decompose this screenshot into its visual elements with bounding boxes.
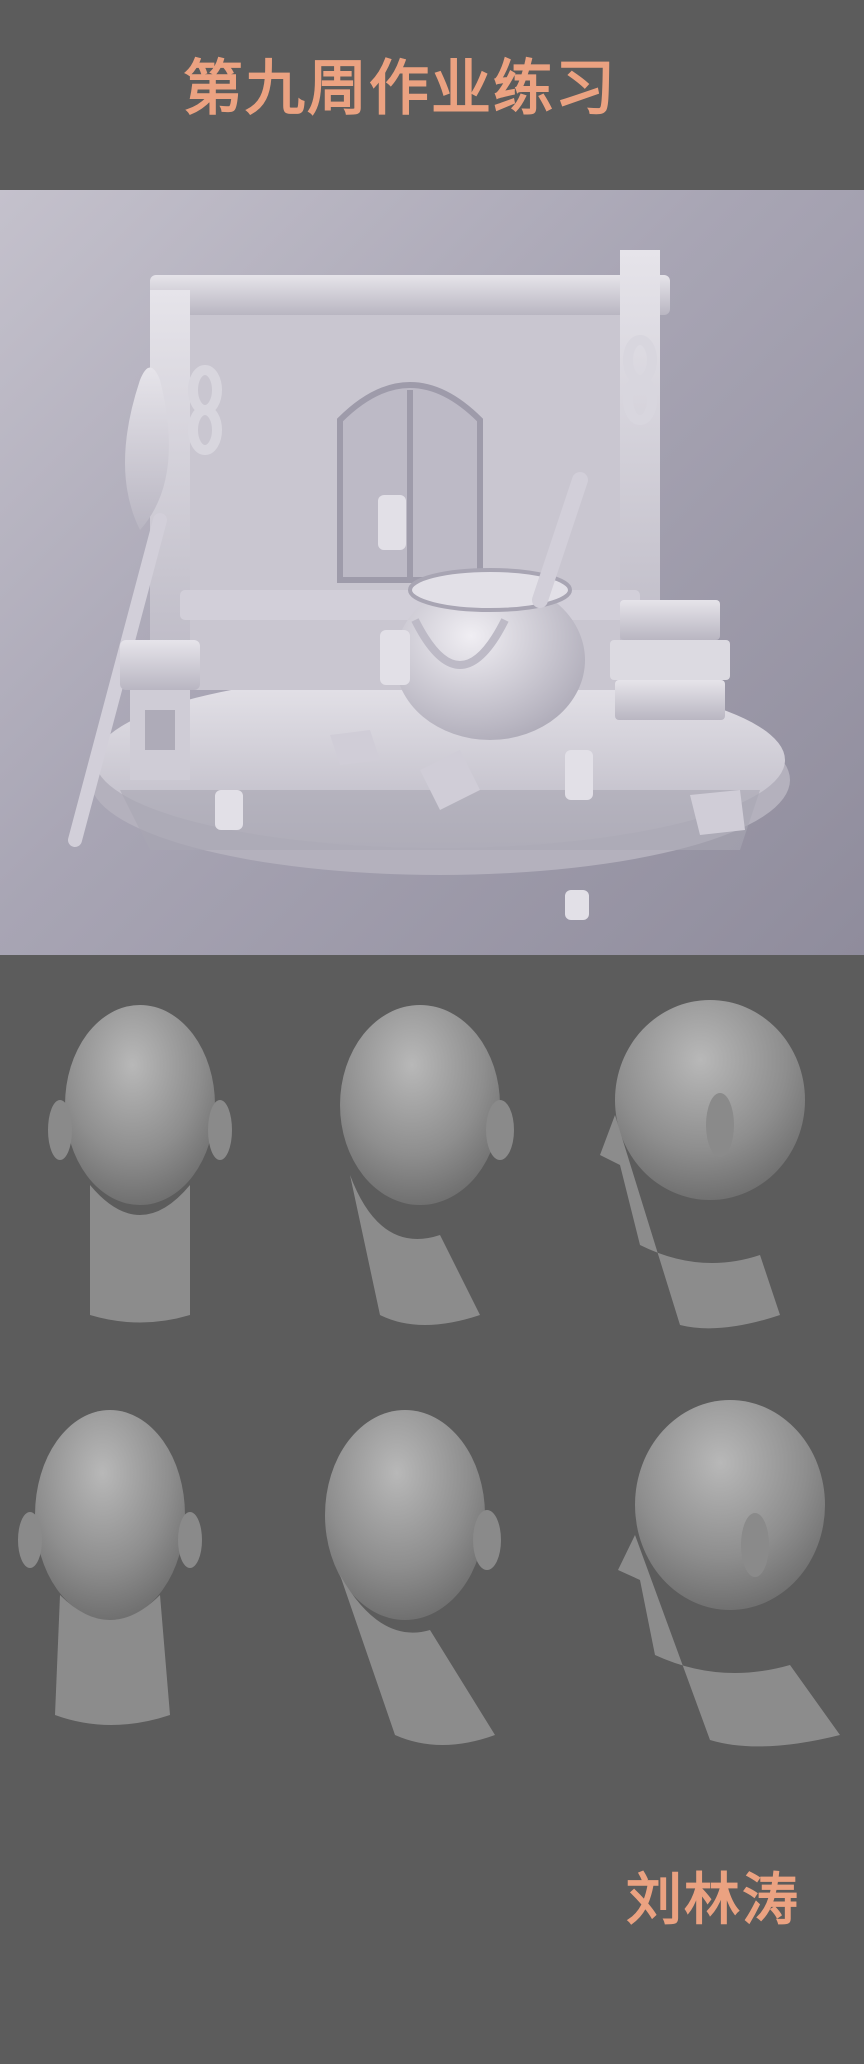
head-sculpt-studies: [0, 955, 864, 1805]
head-three-quarter-view-1: [340, 1005, 514, 1325]
book-stack: [610, 600, 730, 720]
head-front-view-2: [18, 1410, 202, 1725]
author-signature: 刘林涛: [626, 1868, 800, 1933]
arched-window: [337, 382, 483, 583]
witch-hut-sculpt-render: [0, 190, 864, 955]
head-side-view-2: [618, 1400, 840, 1747]
head-front-view-1: [48, 1005, 232, 1323]
head-three-quarter-view-2: [325, 1410, 501, 1745]
stone-lantern: [120, 640, 200, 780]
head-side-view-1: [600, 1000, 805, 1329]
page-title: 第九周作业练习: [183, 54, 617, 124]
